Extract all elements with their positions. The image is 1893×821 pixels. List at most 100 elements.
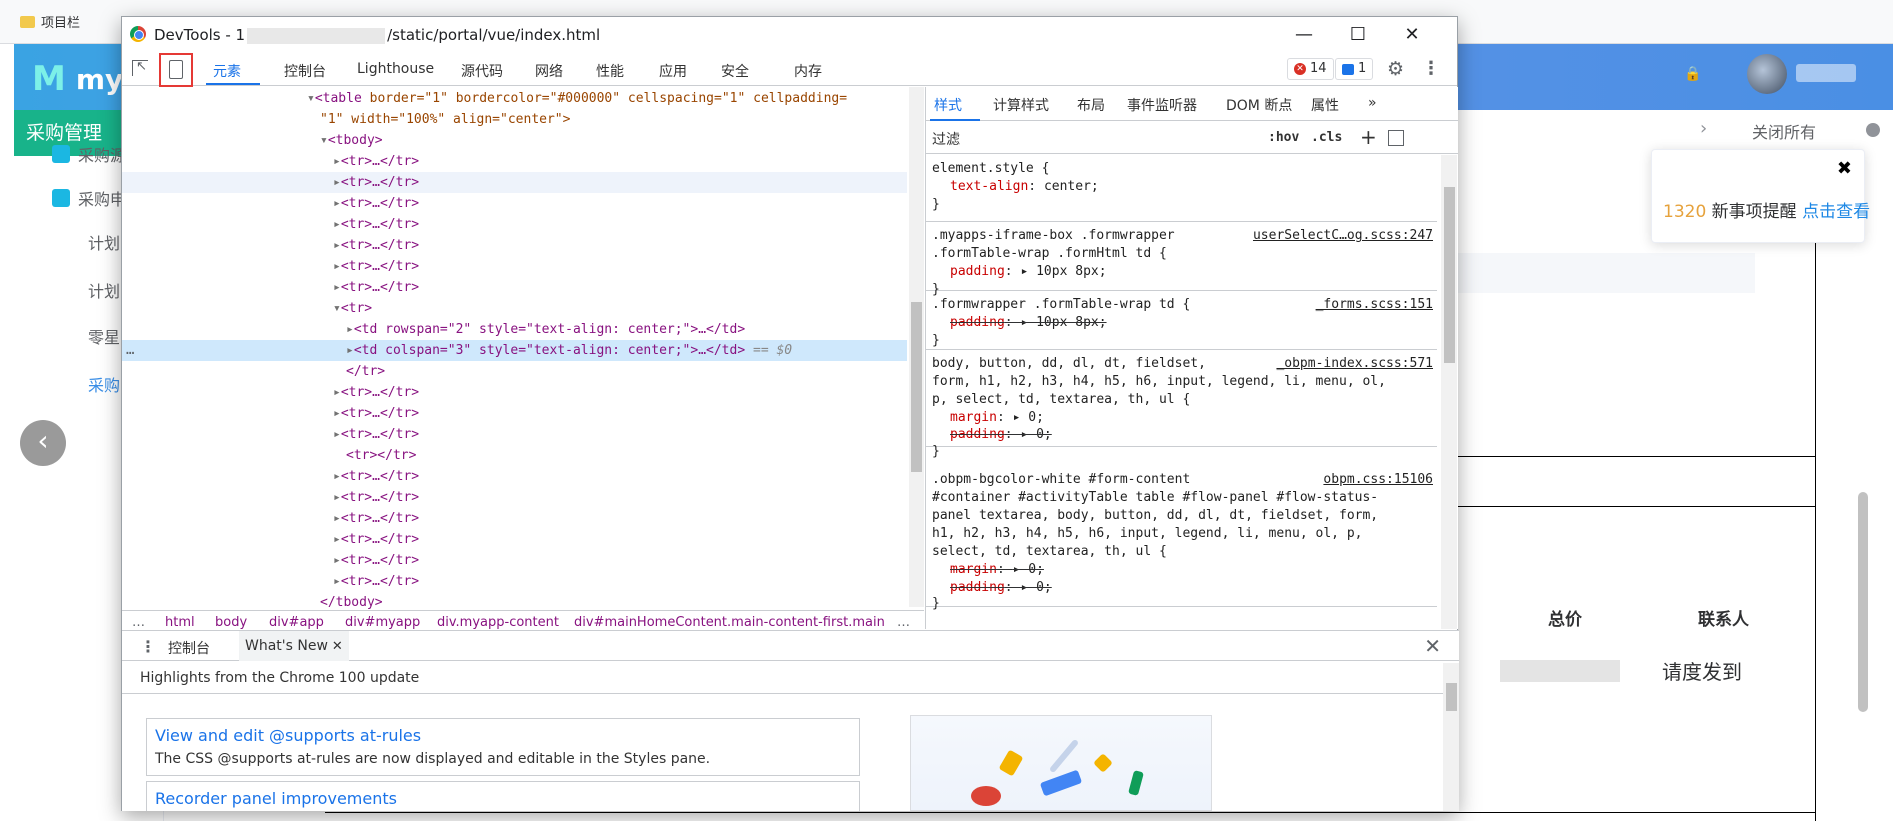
card-title-link[interactable]: View and edit @supports at-rules [155,726,421,745]
dom-node-tr[interactable]: ▸<tr>…</tr> [122,193,907,214]
breadcrumb-item[interactable]: div#myapp [345,611,420,629]
dom-node-tbody[interactable]: ▾<tbody> [122,130,907,151]
tab-network[interactable]: 网络 [535,61,563,81]
more-options-icon[interactable]: ⋮ [1422,58,1440,79]
dom-node-table[interactable]: ▾<table border="1" bordercolor="#000000"… [122,88,907,109]
dom-node-tr[interactable]: ▸<tr>…</tr> [122,403,907,424]
close-window-button[interactable]: ✕ [1389,21,1435,49]
tab-application[interactable]: 应用 [659,61,687,81]
maximize-button[interactable]: ☐ [1335,21,1381,49]
dom-node-table-cont[interactable]: "1" width="100%" align="center"> [122,109,907,130]
sidebar-item[interactable]: 采购申 [52,186,126,210]
sidebar-subitem[interactable]: 零星 [88,324,120,348]
tab-memory[interactable]: 内存 [794,61,822,81]
tab-sources[interactable]: 源代码 [461,61,503,81]
tab-console[interactable]: 控制台 [284,61,326,81]
devtools-titlebar[interactable]: DevTools - 1/static/portal/vue/index.htm… [122,17,1457,52]
whats-new-card[interactable]: View and edit @supports at-rules The CSS… [146,718,860,776]
dom-node-td-colspan-selected[interactable]: … ▸<td colspan="3" style="text-align: ce… [122,340,907,361]
device-toolbar-button[interactable] [159,53,193,87]
settings-dot-icon[interactable] [1866,123,1880,137]
breadcrumb-item[interactable]: body [215,611,247,629]
dom-node-tr[interactable]: ▸<tr>…</tr> [122,382,907,403]
notification-link[interactable]: 点击查看 [1802,202,1870,222]
sidebar-subitem[interactable]: 采购 [88,372,120,396]
card-title-link[interactable]: Recorder panel improvements [155,789,397,808]
breadcrumb-item[interactable]: div.myapp-content [437,611,559,629]
dom-node-tr-open[interactable]: ▾<tr> [122,298,907,319]
dom-node-tr[interactable]: ▸<tr>…</tr> [122,550,907,571]
drawer-tab-whats-new[interactable]: What's New ✕ [239,631,349,661]
tab-computed[interactable]: 计算样式 [993,95,1049,115]
dom-node-tr-empty[interactable]: <tr></tr> [122,445,907,466]
style-rule[interactable]: .obpm-bgcolor-white #form-content obpm.c… [926,467,1437,611]
dom-node-tr[interactable]: ▸<tr>…</tr> [122,571,907,592]
rule-source-link[interactable]: _obpm-index.scss:571 [1276,355,1433,373]
lock-icon[interactable]: 🔒 [1684,66,1701,82]
gear-icon[interactable]: ⚙ [1387,58,1404,80]
whats-new-card[interactable]: Recorder panel improvements [146,781,860,811]
rule-source-link[interactable]: _forms.scss:151 [1316,296,1433,314]
dom-node-tr[interactable]: ▸<tr>…</tr> [122,214,907,235]
dom-node-tr[interactable]: ▸<tr>…</tr> [122,487,907,508]
tabs-overflow-icon[interactable]: » [1368,95,1377,111]
dom-node-tr[interactable]: ▸<tr>…</tr> [122,508,907,529]
rule-source-link[interactable]: userSelectC…og.scss:247 [1253,227,1433,245]
rule-property-overridden[interactable]: padding: ▸ 10px 8px; [950,314,1107,332]
breadcrumb-item[interactable]: div#app [269,611,324,629]
drawer-menu-icon[interactable]: ⋮ [140,637,156,656]
sidebar-subitem[interactable]: 计划 [88,278,120,302]
dom-node-tr[interactable]: ▸<tr>…</tr> [122,277,907,298]
page-scrollbar[interactable] [1855,150,1869,820]
sidebar-item[interactable]: 采购源 [52,142,126,166]
drawer-scrollbar-thumb[interactable] [1446,683,1457,711]
inspect-element-icon[interactable] [132,59,148,76]
breadcrumb-more[interactable]: … [897,611,910,629]
toggle-sidebar-icon[interactable] [1388,130,1404,146]
minimize-button[interactable]: — [1281,21,1327,49]
hover-state-toggle[interactable]: :hov [1268,130,1299,145]
dom-node-td-rowspan[interactable]: ▸<td rowspan="2" style="text-align: cent… [122,319,907,340]
rule-property[interactable]: padding: ▸ 10px 8px; [950,263,1107,281]
tab-performance[interactable]: 性能 [596,61,624,81]
drawer-tab-console[interactable]: 控制台 [168,638,210,658]
new-rule-icon[interactable]: + [1360,125,1377,149]
style-rule[interactable]: .myapps-iframe-box .formwrapper userSele… [926,223,1437,297]
more-dots-icon[interactable]: … [126,340,134,361]
tab-elements[interactable]: 元素 [213,61,241,81]
page-scrollbar-thumb[interactable] [1858,492,1868,712]
elements-scrollbar-thumb[interactable] [911,302,922,472]
style-rule[interactable]: element.style { text-align: center; } [926,155,1437,222]
chevron-right-icon[interactable]: › [1700,118,1707,139]
dom-node-tr[interactable]: ▸<tr>…</tr> [122,529,907,550]
filter-input[interactable]: 过滤 [932,129,960,149]
style-rule[interactable]: body, button, dd, dl, dt, fieldset, _obp… [926,351,1437,459]
tab-dom-breakpoints[interactable]: DOM 断点 [1226,95,1292,115]
tab-styles[interactable]: 样式 [934,95,962,115]
dom-node-tr[interactable]: ▸<tr>…</tr> [122,235,907,256]
close-all-tabs[interactable]: 关闭所有 [1752,119,1816,143]
rule-property-overridden[interactable]: padding: ▸ 0; [950,426,1052,444]
dom-node-tr-close[interactable]: </tr> [122,361,907,382]
close-drawer-icon[interactable]: ✕ [1424,634,1441,658]
close-tab-icon[interactable]: ✕ [332,639,343,654]
collapse-sidebar-button[interactable]: ‹ [20,420,66,466]
dom-node-tr[interactable]: ▸<tr>…</tr> [122,256,907,277]
dom-node-tr[interactable]: ▸<tr>…</tr> [122,424,907,445]
breadcrumb-more[interactable]: … [132,611,145,629]
rule-property[interactable]: text-align: center; [950,178,1099,196]
rule-property-overridden[interactable]: margin: ▸ 0; [950,561,1044,579]
tab-event-listeners[interactable]: 事件监听器 [1127,95,1197,115]
rule-source-link[interactable]: obpm.css:15106 [1323,471,1433,489]
tab-lighthouse[interactable]: Lighthouse [357,61,434,77]
breadcrumb-item-current[interactable]: div#mainHomeContent.main-content-first.m… [574,611,884,629]
class-toggle[interactable]: .cls [1311,130,1342,145]
tab-security[interactable]: 安全 [721,61,749,81]
breadcrumb-item[interactable]: html [165,611,195,629]
issues-badge[interactable]: 1 [1335,58,1374,80]
rule-property[interactable]: margin: ▸ 0; [950,409,1044,427]
avatar[interactable] [1747,54,1787,94]
dom-node-tr[interactable]: ▸<tr>…</tr> [122,466,907,487]
style-rule[interactable]: .formwrapper .formTable-wrap td { _forms… [926,292,1437,350]
errors-badge[interactable]: ✕ 14 [1287,58,1334,80]
